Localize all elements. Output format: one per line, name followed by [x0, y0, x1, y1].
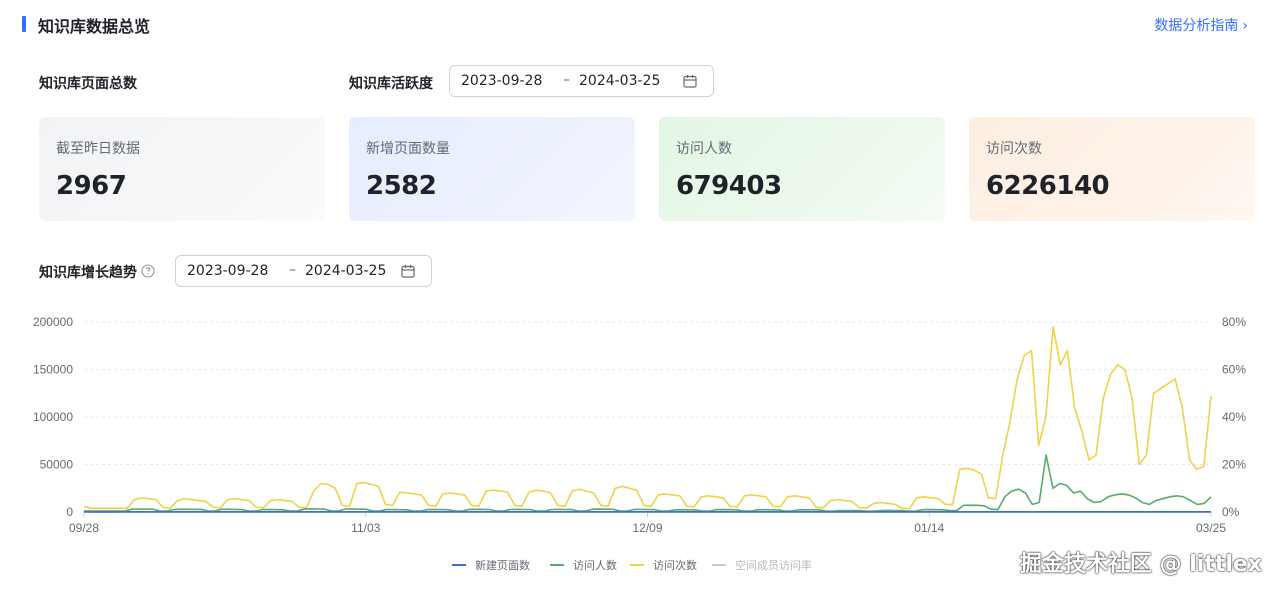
start-date[interactable]: 2023-09-28: [187, 263, 268, 279]
y-right-tick-label: 0%: [1222, 505, 1240, 519]
legend-label: 访问次数: [653, 558, 697, 572]
stat-label: 新增页面数量: [366, 141, 450, 157]
end-date[interactable]: 2024-03-25: [305, 263, 386, 279]
stat-label: 截至昨日数据: [56, 141, 140, 157]
y-right-tick-label: 20%: [1222, 458, 1246, 472]
x-tick-label: 01/14: [914, 521, 944, 535]
y-left-tick-label: 100000: [33, 410, 73, 424]
x-tick-label: 11/03: [351, 521, 380, 535]
section-marker: [22, 16, 26, 32]
y-left-tick-label: 0: [66, 505, 73, 519]
stat-label: 访问人数: [676, 141, 732, 157]
series-line-1: [83, 454, 1212, 512]
calendar-icon[interactable]: [683, 74, 697, 88]
activity-date-range[interactable]: 2023-09-28 – 2024-03-25: [449, 65, 714, 97]
help-icon[interactable]: [141, 264, 155, 278]
activity-label: 知识库活跃度: [349, 76, 433, 92]
watermark: 掘金技术社区 @ littlex: [1019, 552, 1262, 577]
stat-label: 访问次数: [986, 141, 1042, 157]
x-tick-label: 03/25: [1196, 521, 1226, 535]
legend-label: 访问人数: [573, 559, 617, 572]
x-tick-label: 09/28: [69, 521, 99, 535]
start-date[interactable]: 2023-09-28: [461, 73, 542, 89]
stat-card-total: 截至昨日数据 2967: [39, 117, 325, 221]
chevron-right-icon: ›: [1242, 18, 1248, 34]
x-tick-label: 12/09: [632, 521, 662, 535]
stat-value: 6226140: [986, 171, 1110, 201]
y-right-tick-label: 80%: [1222, 315, 1246, 329]
stat-card-visitors: 访问人数 679403: [659, 117, 945, 221]
y-right-tick-label: 60%: [1222, 363, 1246, 377]
trend-label: 知识库增长趋势: [39, 265, 137, 281]
guide-link[interactable]: 数据分析指南 ›: [1154, 15, 1248, 35]
range-separator: –: [289, 262, 296, 278]
stat-value: 2967: [56, 171, 127, 201]
total-pages-label: 知识库页面总数: [39, 76, 137, 92]
legend-label: 空间成员访问率: [735, 558, 812, 572]
y-right-tick-label: 40%: [1222, 410, 1246, 424]
end-date[interactable]: 2024-03-25: [579, 73, 660, 89]
stat-value: 2582: [366, 171, 437, 201]
y-left-tick-label: 200000: [33, 315, 73, 329]
legend-label: 新建页面数: [475, 558, 530, 572]
guide-link-label: 数据分析指南: [1154, 18, 1239, 34]
calendar-icon[interactable]: [401, 264, 415, 278]
range-separator: –: [563, 72, 570, 88]
y-left-tick-label: 50000: [40, 458, 74, 472]
stat-value: 679403: [676, 171, 782, 201]
page-title: 知识库数据总览: [38, 17, 151, 36]
stat-card-new-pages: 新增页面数量 2582: [349, 117, 635, 221]
trend-date-range[interactable]: 2023-09-28 – 2024-03-25: [175, 255, 432, 287]
stat-card-visits: 访问次数 6226140: [969, 117, 1255, 221]
y-left-tick-label: 150000: [33, 363, 73, 377]
